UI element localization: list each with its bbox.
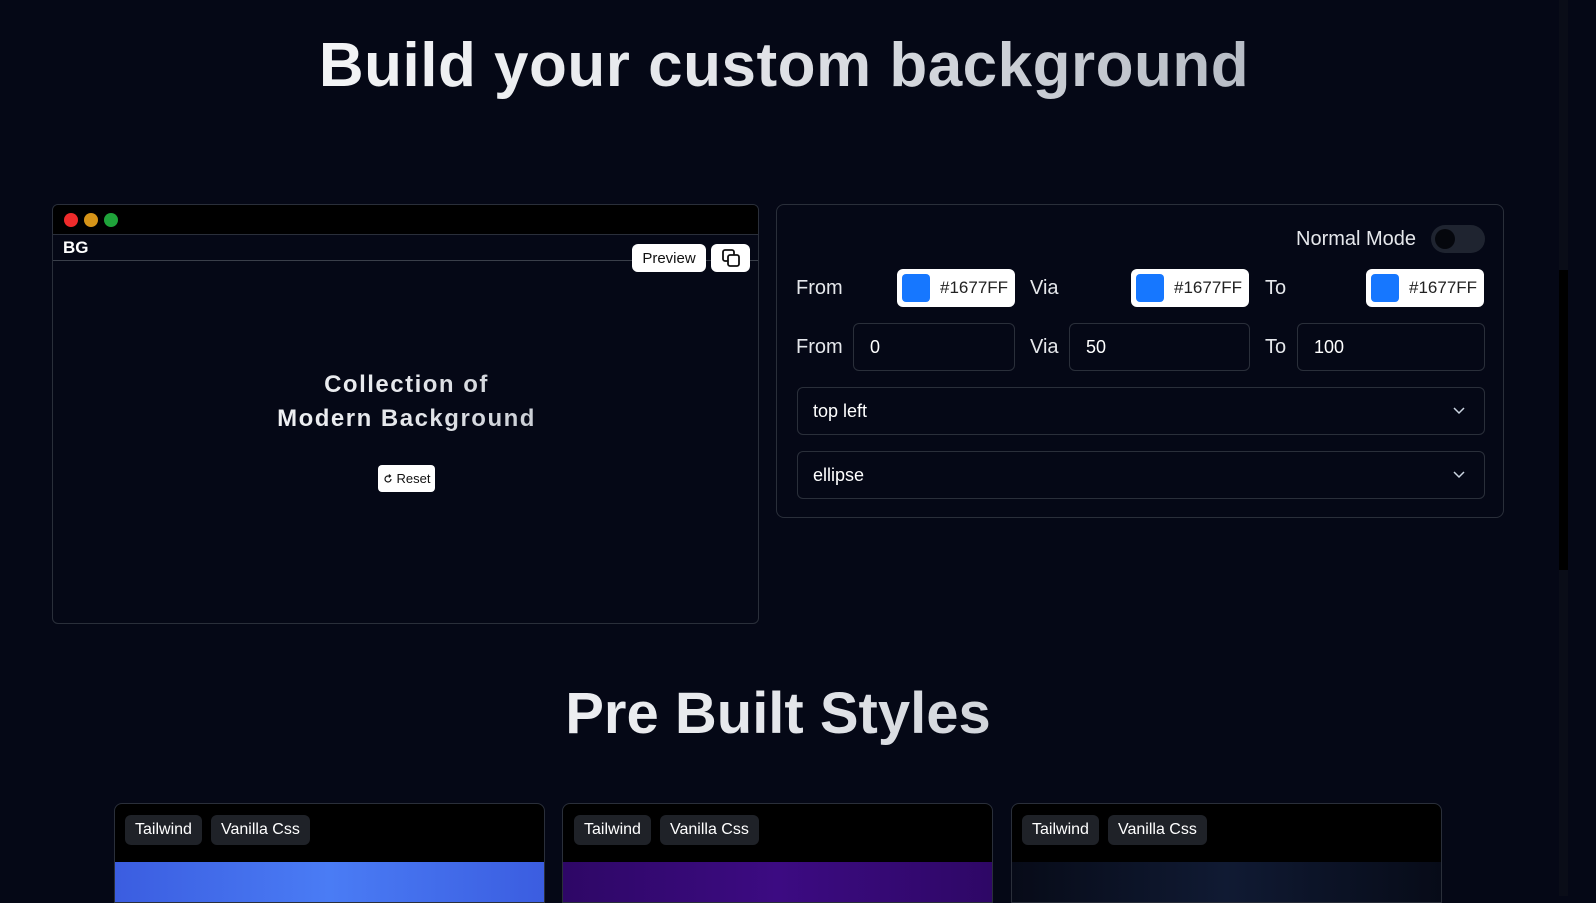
to-color-chip bbox=[1371, 274, 1399, 302]
vanilla-css-tab[interactable]: Vanilla Css bbox=[211, 815, 310, 845]
card-preview bbox=[115, 862, 544, 902]
via-color-chip bbox=[1136, 274, 1164, 302]
via-stop-label: Via bbox=[1030, 336, 1059, 358]
preview-button[interactable]: Preview bbox=[632, 244, 706, 272]
preview-window: BG Preview Collection of Modern Backgrou… bbox=[52, 204, 759, 624]
to-color-picker[interactable]: #1677FF bbox=[1366, 269, 1484, 307]
chevron-down-icon bbox=[1453, 471, 1465, 479]
style-card[interactable]: Tailwind Vanilla Css bbox=[1011, 803, 1442, 903]
from-color-chip bbox=[902, 274, 930, 302]
reset-icon bbox=[383, 473, 392, 483]
from-stop-label: From bbox=[796, 336, 843, 358]
from-color-picker[interactable]: #1677FF bbox=[897, 269, 1015, 307]
mode-toggle[interactable] bbox=[1431, 225, 1485, 253]
scrollbar-thumb[interactable] bbox=[1559, 270, 1568, 570]
from-color-label: From bbox=[796, 277, 843, 299]
style-card[interactable]: Tailwind Vanilla Css bbox=[562, 803, 993, 903]
chevron-down-icon bbox=[1453, 407, 1465, 415]
preview-heading-line1: Collection of bbox=[324, 371, 489, 398]
to-color-label: To bbox=[1265, 277, 1287, 299]
via-stop-input[interactable]: 50 bbox=[1069, 323, 1250, 371]
brand-logo: BG bbox=[63, 238, 89, 257]
card-preview bbox=[1012, 862, 1441, 902]
close-dot-icon bbox=[64, 213, 78, 227]
toggle-knob bbox=[1435, 229, 1455, 249]
gradient-controls-panel: Normal Mode From #1677FF Via #1677FF To … bbox=[776, 204, 1504, 518]
vanilla-css-tab[interactable]: Vanilla Css bbox=[1108, 815, 1207, 845]
tailwind-tab[interactable]: Tailwind bbox=[125, 815, 202, 845]
copy-button[interactable] bbox=[711, 244, 750, 272]
preview-heading-line2: Modern Background bbox=[277, 405, 536, 432]
shape-select-value: ellipse bbox=[813, 464, 865, 485]
reset-label: Reset bbox=[396, 471, 431, 486]
copy-icon bbox=[721, 249, 740, 267]
preview-heading: Collection of Modern Background bbox=[53, 368, 758, 436]
page-title: Build your custom background bbox=[0, 30, 1568, 101]
prebuilt-section-title: Pre Built Styles bbox=[0, 680, 1556, 747]
shape-select[interactable]: ellipse bbox=[797, 451, 1485, 499]
position-select-value: top left bbox=[813, 400, 868, 421]
minimize-dot-icon bbox=[84, 213, 98, 227]
card-preview bbox=[563, 862, 992, 902]
to-color-hex: #1677FF bbox=[1409, 278, 1478, 297]
via-color-hex: #1677FF bbox=[1174, 278, 1243, 297]
position-select[interactable]: top left bbox=[797, 387, 1485, 435]
tailwind-tab[interactable]: Tailwind bbox=[574, 815, 651, 845]
style-card[interactable]: Tailwind Vanilla Css bbox=[114, 803, 545, 903]
to-stop-input[interactable]: 100 bbox=[1297, 323, 1485, 371]
via-color-picker[interactable]: #1677FF bbox=[1131, 269, 1249, 307]
vanilla-css-tab[interactable]: Vanilla Css bbox=[660, 815, 759, 845]
via-color-label: Via bbox=[1030, 277, 1059, 299]
maximize-dot-icon bbox=[104, 213, 118, 227]
mode-label: Normal Mode bbox=[1296, 228, 1417, 250]
from-stop-input[interactable]: 0 bbox=[853, 323, 1015, 371]
tailwind-tab[interactable]: Tailwind bbox=[1022, 815, 1099, 845]
from-color-hex: #1677FF bbox=[940, 278, 1009, 297]
reset-button[interactable]: Reset bbox=[378, 465, 435, 492]
to-stop-label: To bbox=[1265, 336, 1287, 358]
window-titlebar bbox=[53, 205, 758, 235]
